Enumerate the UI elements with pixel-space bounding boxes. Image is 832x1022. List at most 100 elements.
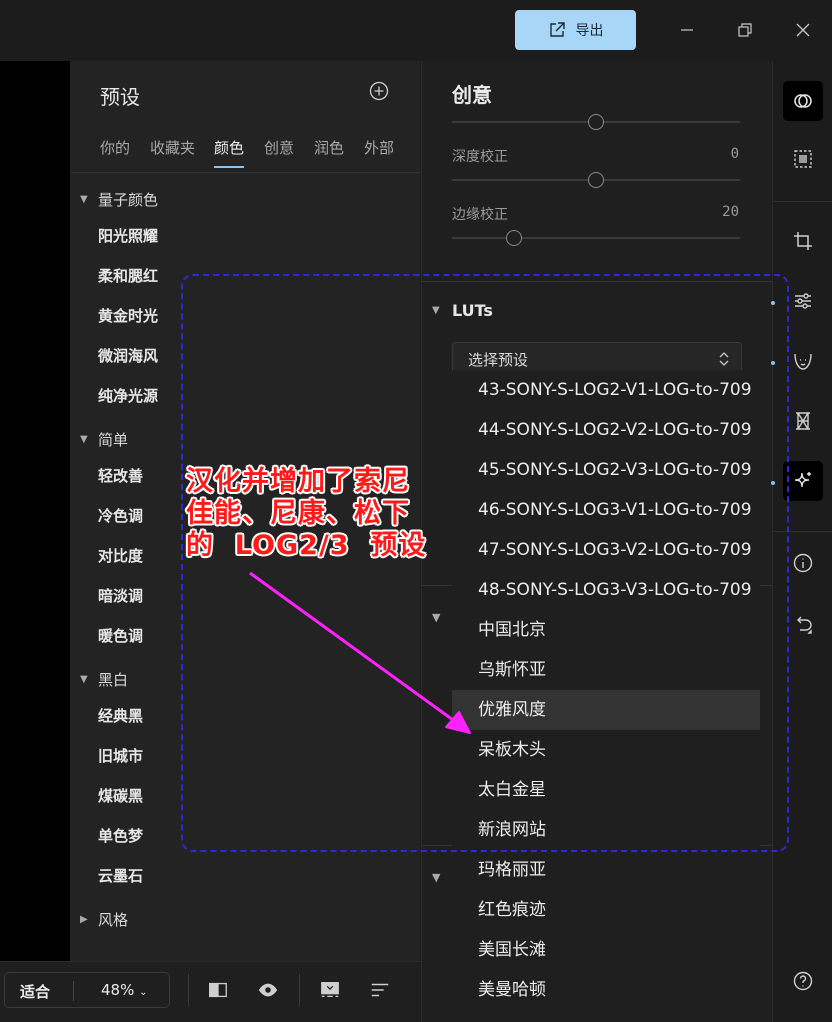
title-bar: 导出 bbox=[0, 0, 832, 61]
preset-item[interactable]: 暖色调 bbox=[98, 625, 143, 646]
image-canvas[interactable] bbox=[0, 61, 70, 961]
divider bbox=[773, 201, 832, 202]
preset-item[interactable]: 单色梦 bbox=[98, 825, 143, 846]
add-preset-icon[interactable] bbox=[368, 80, 390, 102]
bottom-bar: 适合 48% ⌄ bbox=[0, 961, 421, 1022]
annotation-line: 佳能、尼康、松下 bbox=[186, 498, 410, 529]
depth-slider-knob[interactable] bbox=[588, 172, 604, 188]
eye-icon bbox=[258, 983, 278, 997]
minimize-icon bbox=[681, 29, 693, 31]
group-black-white[interactable]: ▼ 黑白 bbox=[80, 669, 128, 690]
group-label: 黑白 bbox=[98, 671, 129, 689]
caret-down-icon: ▼ bbox=[80, 674, 88, 685]
dashed-square-icon bbox=[794, 150, 812, 168]
preset-item[interactable]: 云墨石 bbox=[98, 865, 143, 886]
preset-item[interactable]: 阳光照耀 bbox=[98, 225, 158, 246]
fit-button[interactable]: 适合 bbox=[20, 981, 50, 1002]
filmstrip-icon bbox=[321, 982, 339, 998]
divider bbox=[73, 981, 74, 1001]
dropdown-item[interactable]: 美曼哈顿 bbox=[452, 970, 760, 1010]
creative-title: 创意 bbox=[452, 83, 492, 107]
crop-tool[interactable] bbox=[783, 221, 823, 261]
info-tool[interactable] bbox=[783, 543, 823, 583]
tab-polish[interactable]: 润色 bbox=[314, 137, 344, 158]
export-icon bbox=[549, 22, 565, 37]
preset-item[interactable]: 纯净光源 bbox=[98, 385, 158, 406]
tab-creative[interactable]: 创意 bbox=[264, 137, 294, 158]
group-style[interactable]: ▶ 风格 bbox=[80, 909, 128, 930]
zoom-value: 48% bbox=[101, 981, 135, 999]
chevron-down-icon: ⌄ bbox=[139, 987, 148, 998]
slider-knob[interactable] bbox=[588, 114, 604, 130]
landscape-tool[interactable] bbox=[783, 401, 823, 441]
selection-tool[interactable] bbox=[783, 139, 823, 179]
preset-tabs: 你的 收藏夹 颜色 创意 润色 外部 bbox=[70, 123, 420, 173]
caret-right-icon: ▶ bbox=[80, 914, 88, 925]
portrait-tool[interactable] bbox=[783, 341, 823, 381]
caret-down-icon[interactable]: ▼ bbox=[432, 871, 440, 884]
zoom-control: 适合 48% ⌄ bbox=[4, 972, 170, 1008]
preset-item[interactable]: 柔和腮红 bbox=[98, 265, 158, 286]
close-icon bbox=[796, 23, 810, 37]
adjust-tool[interactable] bbox=[783, 281, 823, 321]
slider-label-depth: 深度校正 bbox=[452, 149, 508, 165]
preset-item[interactable]: 轻改善 bbox=[98, 465, 143, 486]
edge-slider-track[interactable] bbox=[452, 237, 740, 239]
restore-button[interactable] bbox=[731, 16, 759, 44]
close-button[interactable] bbox=[789, 16, 817, 44]
export-button[interactable]: 导出 bbox=[515, 10, 636, 50]
restore-icon bbox=[738, 23, 752, 37]
preset-item[interactable]: 对比度 bbox=[98, 545, 143, 566]
split-view-icon bbox=[209, 982, 227, 998]
tab-color[interactable]: 颜色 bbox=[214, 137, 245, 168]
export-label: 导出 bbox=[575, 23, 604, 39]
dropdown-item[interactable]: 美国长滩 bbox=[452, 930, 760, 970]
preview-button[interactable] bbox=[256, 978, 280, 1002]
sort-button[interactable] bbox=[368, 978, 392, 1002]
sort-lines-icon bbox=[371, 983, 389, 997]
divider bbox=[188, 974, 189, 1006]
preset-item[interactable]: 冷色调 bbox=[98, 505, 143, 526]
sliders-icon bbox=[795, 293, 811, 309]
slider-label-edge: 边缘校正 bbox=[452, 207, 508, 223]
preset-item[interactable]: 煤碳黑 bbox=[98, 785, 143, 806]
presets-title: 预设 bbox=[100, 85, 140, 109]
group-quantum-color[interactable]: ▼ 量子颜色 bbox=[80, 189, 158, 210]
preset-item[interactable]: 旧城市 bbox=[98, 745, 143, 766]
group-label: 风格 bbox=[98, 911, 129, 929]
preset-item[interactable]: 经典黑 bbox=[98, 705, 143, 726]
caret-down-icon: ▼ bbox=[80, 194, 88, 205]
building-icon bbox=[796, 412, 810, 430]
annotation-box bbox=[181, 274, 789, 852]
overlap-circles-icon bbox=[794, 94, 812, 108]
face-icon bbox=[794, 353, 812, 370]
group-label: 量子颜色 bbox=[98, 191, 159, 209]
preset-item[interactable]: 微润海风 bbox=[98, 345, 158, 366]
tab-external[interactable]: 外部 bbox=[364, 137, 394, 158]
dropdown-item[interactable]: 红色痕迹 bbox=[452, 890, 760, 930]
creative-tool[interactable] bbox=[783, 461, 823, 501]
presets-tool[interactable] bbox=[783, 81, 823, 121]
zoom-dropdown[interactable]: 48% ⌄ bbox=[101, 981, 148, 999]
annotation-line: 汉化并增加了索尼 bbox=[186, 466, 410, 497]
preset-item[interactable]: 黄金时光 bbox=[98, 305, 158, 326]
help-tool[interactable] bbox=[783, 961, 823, 1001]
info-icon bbox=[793, 553, 813, 573]
crop-icon bbox=[794, 232, 812, 250]
group-label: 简单 bbox=[98, 431, 129, 449]
annotation-text: 汉化并增加了索尼 佳能、尼康、松下 的 LOG2/3 预设 bbox=[186, 466, 426, 562]
annotation-line: 的 LOG2/3 预设 bbox=[186, 530, 427, 561]
undo-tool[interactable] bbox=[783, 605, 823, 645]
caret-down-icon: ▼ bbox=[80, 434, 88, 445]
compare-button[interactable] bbox=[206, 978, 230, 1002]
minimize-button[interactable] bbox=[673, 16, 701, 44]
slider-value-edge: 20 bbox=[722, 204, 739, 220]
divider bbox=[299, 974, 300, 1006]
preset-item[interactable]: 暗淡调 bbox=[98, 585, 143, 606]
dropdown-item[interactable]: 玛格丽亚 bbox=[452, 850, 760, 890]
tab-yours[interactable]: 你的 bbox=[100, 137, 130, 158]
edge-slider-knob[interactable] bbox=[506, 230, 522, 246]
filmstrip-button[interactable] bbox=[318, 978, 342, 1002]
group-simple[interactable]: ▼ 简单 bbox=[80, 429, 128, 450]
tab-favorites[interactable]: 收藏夹 bbox=[150, 137, 195, 158]
